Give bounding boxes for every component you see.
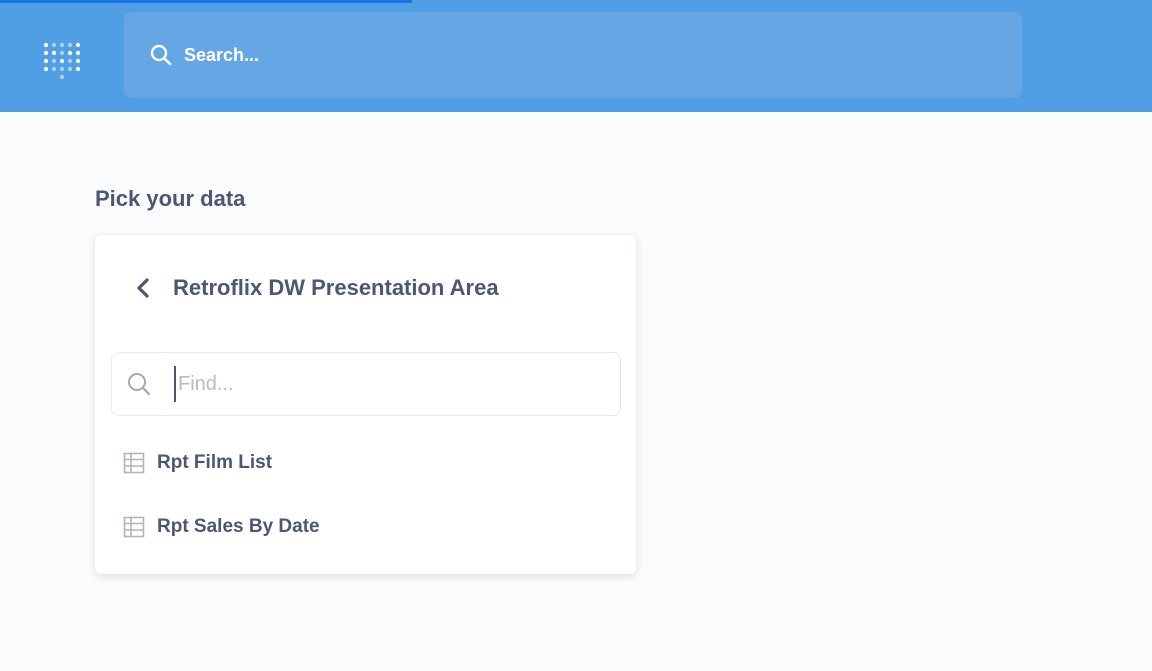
table-item-rpt-film-list[interactable]: Rpt Film List [123, 441, 623, 485]
table-item-label: Rpt Film List [157, 452, 273, 473]
url-highlight [0, 0, 412, 3]
search-placeholder: Search... [184, 44, 260, 65]
schema-title: Retroflix DW Presentation Area [173, 275, 499, 300]
search-icon [128, 373, 151, 396]
table-item-label: Rpt Sales By Date [157, 516, 320, 537]
table-icon [123, 516, 145, 538]
table-item-rpt-sales-by-date[interactable]: Rpt Sales By Date [123, 505, 623, 549]
top-navbar: Search... [0, 6, 1152, 112]
table-icon [123, 452, 145, 474]
table-list: Rpt Film List Rpt Sales By Date [123, 441, 623, 569]
chevron-left-icon [137, 278, 149, 298]
back-to-databases-button[interactable]: Retroflix DW Presentation Area [95, 263, 636, 313]
metabase-logo-icon[interactable] [40, 39, 88, 79]
global-search-bar[interactable]: Search... [124, 12, 1022, 98]
search-icon [150, 44, 172, 66]
find-field[interactable] [111, 352, 621, 416]
page-heading: Pick your data [95, 186, 246, 211]
find-input[interactable] [174, 366, 574, 402]
data-picker-card: Retroflix DW Presentation Area Rpt Film … [95, 235, 636, 574]
